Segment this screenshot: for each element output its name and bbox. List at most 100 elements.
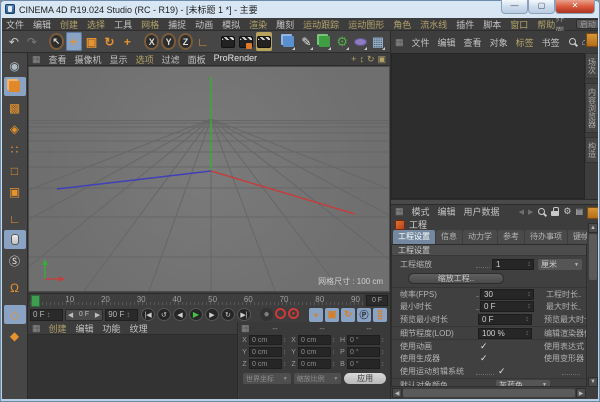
scale-tool[interactable]: ▣ — [84, 32, 100, 51]
texture-mode-button[interactable]: ▩ — [4, 98, 26, 117]
lock-x-axis-button[interactable]: X — [144, 33, 159, 50]
scroll-down-icon[interactable]: ▼ — [588, 377, 598, 387]
object-list[interactable] — [391, 53, 585, 199]
attribute-checkbox[interactable]: ✓ — [478, 341, 488, 352]
workplane-button[interactable]: ◇ — [4, 305, 26, 324]
object-manager-menu-item[interactable]: 编辑 — [438, 36, 456, 49]
viewport-menu-item[interactable]: 选项 — [136, 53, 154, 66]
attribute-select[interactable]: 灰蓝色▼ — [496, 380, 550, 388]
attribute-field[interactable]: 0 F↕ — [478, 314, 532, 325]
deformers-menu[interactable] — [352, 32, 368, 51]
menu-item[interactable]: 流水线 — [420, 18, 447, 31]
model-mode-button[interactable] — [4, 77, 26, 96]
dock-tab[interactable]: 场次 — [585, 53, 599, 79]
attribute-menu-item[interactable]: 编辑 — [438, 205, 456, 218]
menu-item[interactable]: 编辑 — [33, 18, 51, 31]
material-menu-item[interactable]: 编辑 — [76, 322, 94, 335]
quantize-button[interactable]: Ω — [4, 278, 26, 297]
generators-menu[interactable]: ⚙ — [334, 32, 350, 51]
horizontal-scrollbar[interactable]: ◀ ▶ — [391, 387, 587, 399]
menu-item[interactable]: 雕刻 — [276, 18, 294, 31]
dock-icon[interactable] — [586, 33, 598, 47]
coords-field[interactable]: 0 cm — [298, 335, 331, 345]
gear-icon[interactable]: ⚙ — [563, 206, 571, 217]
menu-item[interactable]: 脚本 — [483, 18, 501, 31]
dock-tab[interactable]: 构造 — [585, 137, 599, 163]
scale-project-button[interactable]: 缩放工程.. — [408, 273, 504, 284]
material-menu-item[interactable]: 功能 — [103, 322, 121, 335]
live-selection-tool[interactable]: ↖ — [49, 33, 64, 50]
coords-field[interactable]: 0 ° — [347, 359, 380, 369]
panel-icon[interactable]: ▦ — [241, 323, 250, 334]
play-backwards-button[interactable]: ↺ — [157, 308, 171, 321]
coords-mode-select[interactable]: 世界坐标▼ — [243, 373, 291, 384]
attribute-field[interactable]: 30↕ — [480, 289, 534, 300]
subdivision-surface-menu[interactable] — [316, 32, 332, 51]
search-icon[interactable] — [537, 207, 547, 217]
record-active-objects-button[interactable] — [275, 308, 286, 319]
panel-icon[interactable]: ▦ — [395, 206, 404, 217]
scene-objects-menu[interactable]: ▦ — [370, 32, 386, 51]
object-manager-menu-item[interactable]: 书签 — [542, 36, 560, 49]
dock-icon[interactable] — [587, 207, 598, 219]
project-scale-unit-select[interactable]: 厘米▼ — [538, 259, 582, 270]
panel-icon[interactable]: ▦ — [32, 323, 41, 334]
layout-select[interactable]: 启动▼ — [576, 19, 598, 29]
menu-item[interactable]: 窗口 — [510, 18, 528, 31]
current-frame-box[interactable]: 0 F — [366, 295, 388, 306]
enable-axis-button[interactable]: ∟ — [4, 209, 26, 228]
goto-start-button[interactable]: |◀ — [141, 308, 155, 321]
render-picture-viewer-button[interactable] — [238, 32, 254, 51]
scroll-left-icon[interactable]: ◀ — [392, 388, 402, 398]
coords-field[interactable]: 0 cm — [249, 359, 282, 369]
next-frame-button[interactable]: ▶ — [205, 308, 219, 321]
coords-field[interactable]: 0 ° — [347, 347, 380, 357]
attribute-tab[interactable]: 信息 — [436, 230, 462, 244]
attribute-field[interactable]: 100 %↕ — [478, 328, 532, 339]
viewport-menu-item[interactable]: 摄像机 — [75, 53, 102, 66]
key-parameter-toggle[interactable]: Ⓟ — [357, 308, 371, 322]
close-button[interactable]: ✕ — [555, 0, 595, 14]
workplane-mode-button[interactable]: ◈ — [4, 119, 26, 138]
scroll-right-icon[interactable]: ▶ — [576, 388, 586, 398]
undo-button[interactable]: ↶ — [6, 32, 22, 51]
attribute-menu-item[interactable]: 用户数据 — [464, 205, 500, 218]
frame-slider[interactable]: ◀0 F▶ — [65, 309, 103, 321]
lock-icon[interactable] — [551, 207, 559, 216]
viewport-rotate-icon[interactable]: ↻ — [367, 54, 375, 65]
search-icon[interactable] — [568, 37, 578, 47]
menu-item[interactable]: 插件 — [456, 18, 474, 31]
autokey-button[interactable]: ● — [288, 308, 299, 319]
render-settings-button[interactable] — [256, 32, 272, 51]
coords-field[interactable]: 0 cm — [298, 359, 331, 369]
key-scale-toggle[interactable]: ▣ — [325, 308, 339, 322]
attribute-tab[interactable]: 动力学 — [463, 230, 497, 244]
viewport-menu-item[interactable]: 过滤 — [162, 53, 180, 66]
menu-item[interactable]: 运动跟踪 — [303, 18, 339, 31]
scroll-up-icon[interactable]: ▲ — [588, 223, 598, 233]
menu-item[interactable]: 工具 — [114, 18, 132, 31]
play-forwards-button[interactable]: ▶ — [189, 308, 203, 321]
menu-item[interactable]: 选择 — [87, 18, 105, 31]
start-frame-field[interactable]: 0 F↕ — [30, 309, 63, 321]
viewport-solo-button[interactable] — [4, 230, 26, 249]
render-view-button[interactable] — [220, 32, 236, 51]
forward-icon[interactable]: ▶ — [528, 208, 533, 216]
polygon-mode-button[interactable]: ▣ — [4, 182, 26, 201]
object-manager-menu-item[interactable]: 文件 — [412, 36, 430, 49]
move-tool[interactable]: + — [66, 32, 82, 51]
menu-item[interactable]: 帮助 — [537, 18, 555, 31]
panel-icon[interactable]: ▦ — [32, 54, 41, 65]
make-editable-button[interactable]: ◉ — [4, 56, 26, 75]
panel-icon[interactable]: ▦ — [395, 37, 404, 48]
viewport-menu-item[interactable]: 查看 — [49, 53, 67, 66]
redo-button[interactable]: ↷ — [24, 32, 40, 51]
minimize-button[interactable]: — — [501, 0, 528, 14]
attribute-field[interactable]: 0 F↕ — [480, 301, 534, 312]
object-manager-menu-item[interactable]: 对象 — [490, 36, 508, 49]
enable-snap-button[interactable]: Ⓢ — [4, 251, 26, 270]
viewport-menu-item[interactable]: 面板 — [188, 53, 206, 66]
attribute-checkbox[interactable]: ✓ — [496, 366, 506, 377]
record-keyframe-button[interactable]: ● — [260, 308, 273, 321]
material-menu-item[interactable]: 纹理 — [130, 322, 148, 335]
